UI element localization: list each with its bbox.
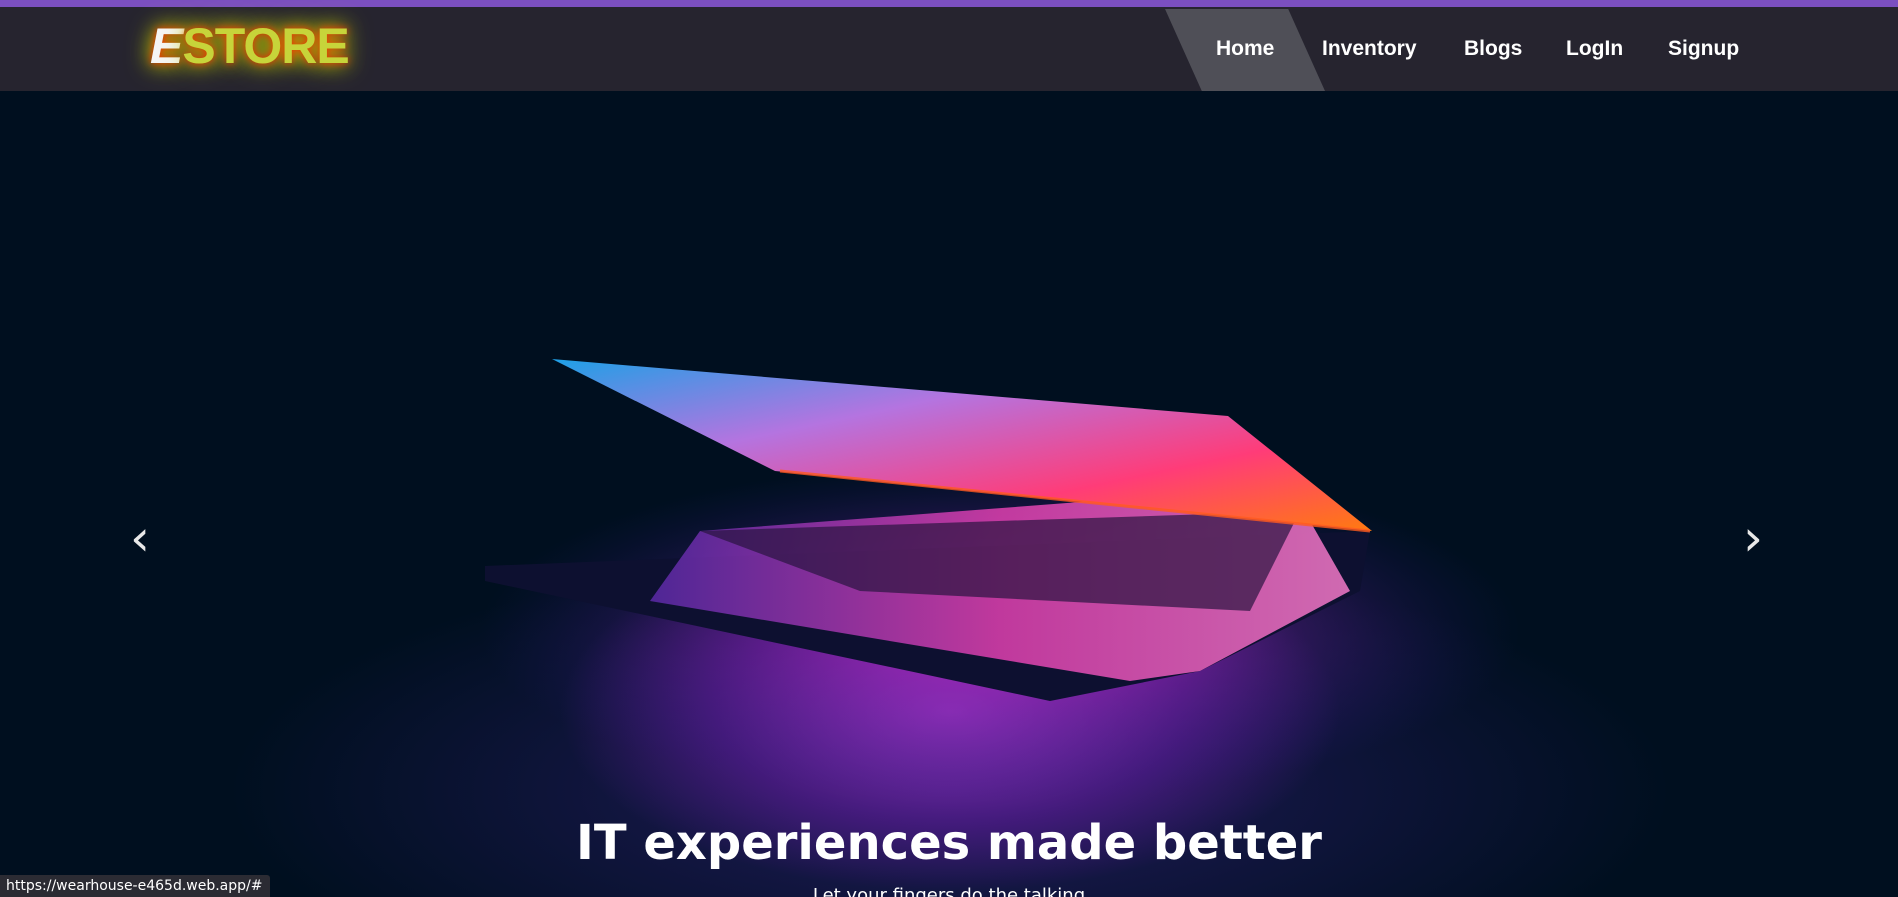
- nav-login[interactable]: LogIn: [1566, 37, 1623, 61]
- nav-home[interactable]: Home: [1216, 37, 1274, 61]
- hero-title: IT experiences made better: [576, 815, 1322, 871]
- chevron-left-icon: ‹: [130, 509, 150, 567]
- top-accent-strip: [0, 0, 1898, 7]
- chevron-right-icon: ›: [1743, 509, 1763, 567]
- status-bar-url: https://wearhouse-e465d.web.app/#: [0, 875, 271, 897]
- carousel-prev-button[interactable]: ‹: [130, 513, 150, 563]
- carousel-next-button[interactable]: ›: [1743, 513, 1763, 563]
- hero-laptop-image: [480, 359, 1520, 801]
- hero-subtitle: Let your fingers do the talking: [812, 885, 1086, 897]
- nav-inventory[interactable]: Inventory: [1322, 37, 1417, 61]
- brand-first-letter: E: [150, 18, 183, 74]
- brand-logo[interactable]: ESTORE: [150, 17, 350, 75]
- navbar: ESTORE Home Inventory Blogs LogIn Signup: [0, 7, 1898, 91]
- nav-signup[interactable]: Signup: [1668, 37, 1739, 61]
- brand-rest: STORE: [182, 18, 349, 74]
- nav-blogs[interactable]: Blogs: [1464, 37, 1522, 61]
- hero-carousel: ‹ › IT experiences made better Let your …: [0, 91, 1898, 897]
